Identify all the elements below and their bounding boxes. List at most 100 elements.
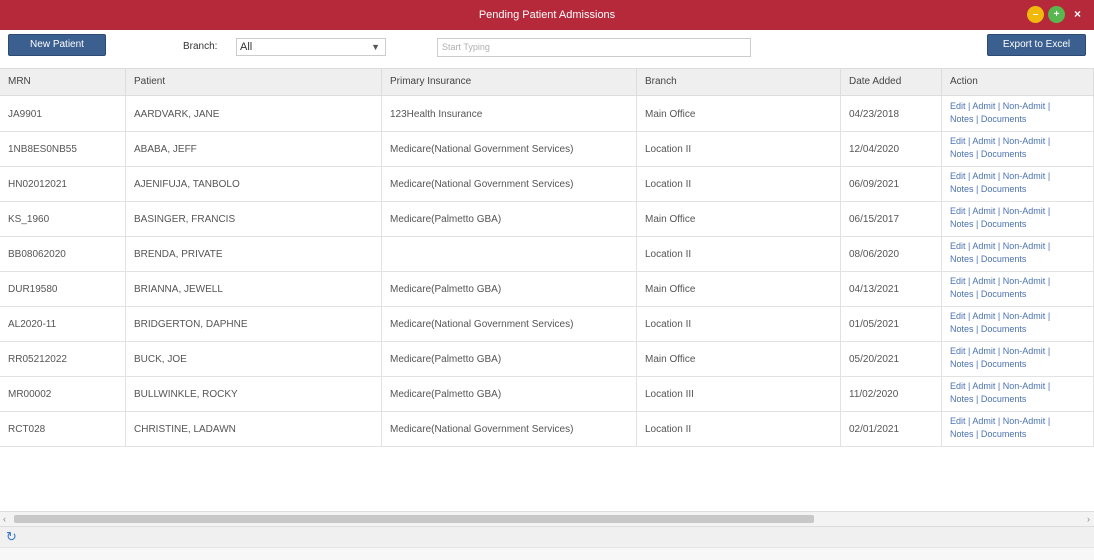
- cell-date-added: 02/01/2021: [841, 412, 942, 447]
- notes-link[interactable]: Notes: [950, 184, 974, 194]
- notes-link[interactable]: Notes: [950, 149, 974, 159]
- non-admit-link[interactable]: Non-Admit: [1003, 241, 1046, 251]
- cell-date-added: 04/13/2021: [841, 272, 942, 307]
- link-separator: |: [968, 416, 971, 426]
- documents-link[interactable]: Documents: [981, 394, 1027, 404]
- non-admit-link[interactable]: Non-Admit: [1003, 276, 1046, 286]
- column-header-mrn[interactable]: MRN: [0, 69, 126, 97]
- admit-link[interactable]: Admit: [972, 206, 995, 216]
- non-admit-link[interactable]: Non-Admit: [1003, 381, 1046, 391]
- edit-link[interactable]: Edit: [950, 311, 966, 321]
- table-row[interactable]: AL2020-11 BRIDGERTON, DAPHNE Medicare(Nati…: [0, 307, 1094, 342]
- non-admit-link[interactable]: Non-Admit: [1003, 346, 1046, 356]
- link-separator: |: [976, 149, 979, 159]
- documents-link[interactable]: Documents: [981, 254, 1027, 264]
- refresh-icon[interactable]: ↻: [6, 530, 20, 544]
- cell-patient: BULLWINKLE, ROCKY: [126, 377, 382, 412]
- maximize-button[interactable]: +: [1048, 6, 1065, 23]
- documents-link[interactable]: Documents: [981, 289, 1027, 299]
- cell-patient: CHRISTINE, LADAWN: [126, 412, 382, 447]
- scroll-left-icon[interactable]: ‹: [3, 512, 6, 526]
- link-separator: |: [968, 206, 971, 216]
- link-separator: |: [976, 289, 979, 299]
- cell-insurance: Medicare(National Government Services): [382, 307, 637, 342]
- column-header-branch[interactable]: Branch: [637, 69, 841, 97]
- table-row[interactable]: RCT028 CHRISTINE, LADAWN Medicare(National…: [0, 412, 1094, 447]
- notes-link[interactable]: Notes: [950, 324, 974, 334]
- admit-link[interactable]: Admit: [972, 346, 995, 356]
- documents-link[interactable]: Documents: [981, 429, 1027, 439]
- table-row[interactable]: JA9901 AARDVARK, JANE 123Health Insurance M…: [0, 97, 1094, 132]
- notes-link[interactable]: Notes: [950, 359, 974, 369]
- notes-link[interactable]: Notes: [950, 114, 974, 124]
- link-separator: |: [1047, 206, 1051, 216]
- non-admit-link[interactable]: Non-Admit: [1003, 416, 1046, 426]
- non-admit-link[interactable]: Non-Admit: [1003, 136, 1046, 146]
- admit-link[interactable]: Admit: [972, 101, 995, 111]
- column-header-patient[interactable]: Patient: [126, 69, 382, 97]
- non-admit-link[interactable]: Non-Admit: [1003, 206, 1046, 216]
- horizontal-scrollbar[interactable]: ‹ ›: [0, 511, 1094, 526]
- scrollbar-thumb[interactable]: [14, 515, 814, 523]
- branch-label: Branch:: [183, 41, 218, 52]
- window-title: Pending Patient Admissions: [478, 9, 616, 21]
- edit-link[interactable]: Edit: [950, 171, 966, 181]
- cell-insurance: Medicare(National Government Services): [382, 412, 637, 447]
- link-separator: |: [976, 184, 979, 194]
- admit-link[interactable]: Admit: [972, 311, 995, 321]
- table-row[interactable]: KS_1960 BASINGER, FRANCIS Medicare(Palmett…: [0, 202, 1094, 237]
- notes-link[interactable]: Notes: [950, 219, 974, 229]
- cell-branch: Location III: [637, 377, 841, 412]
- table-row[interactable]: MR00002 BULLWINKLE, ROCKY Medicare(Palmett…: [0, 377, 1094, 412]
- cell-action: Edit | Admit | Non-Admit | Notes | Docum…: [942, 202, 1094, 237]
- new-patient-button[interactable]: New Patient: [8, 34, 106, 56]
- table-row[interactable]: RR05212022 BUCK, JOE Medicare(Palmetto GBA…: [0, 342, 1094, 377]
- edit-link[interactable]: Edit: [950, 416, 966, 426]
- edit-link[interactable]: Edit: [950, 101, 966, 111]
- edit-link[interactable]: Edit: [950, 206, 966, 216]
- edit-link[interactable]: Edit: [950, 241, 966, 251]
- column-header-date-added[interactable]: Date Added: [841, 69, 942, 97]
- search-input[interactable]: Start Typing: [437, 38, 751, 57]
- notes-link[interactable]: Notes: [950, 254, 974, 264]
- cell-branch: Location II: [637, 412, 841, 447]
- admit-link[interactable]: Admit: [972, 241, 995, 251]
- admit-link[interactable]: Admit: [972, 136, 995, 146]
- notes-link[interactable]: Notes: [950, 289, 974, 299]
- documents-link[interactable]: Documents: [981, 114, 1027, 124]
- cell-action: Edit | Admit | Non-Admit | Notes | Docum…: [942, 237, 1094, 272]
- admit-link[interactable]: Admit: [972, 171, 995, 181]
- edit-link[interactable]: Edit: [950, 276, 966, 286]
- admit-link[interactable]: Admit: [972, 381, 995, 391]
- documents-link[interactable]: Documents: [981, 219, 1027, 229]
- close-button[interactable]: ×: [1069, 6, 1086, 23]
- table-row[interactable]: HN02012021 AJENIFUJA, TANBOLO Medicare(Nat…: [0, 167, 1094, 202]
- cell-date-added: 12/04/2020: [841, 132, 942, 167]
- table-row[interactable]: DUR19580 BRIANNA, JEWELL Medicare(Palmetto…: [0, 272, 1094, 307]
- table-row[interactable]: BB08062020 BRENDA, PRIVATE Location II 08/0…: [0, 237, 1094, 272]
- documents-link[interactable]: Documents: [981, 149, 1027, 159]
- cell-insurance: Medicare(Palmetto GBA): [382, 272, 637, 307]
- export-to-excel-button[interactable]: Export to Excel: [987, 34, 1086, 56]
- admit-link[interactable]: Admit: [972, 416, 995, 426]
- notes-link[interactable]: Notes: [950, 429, 974, 439]
- non-admit-link[interactable]: Non-Admit: [1003, 171, 1046, 181]
- cell-insurance: [382, 237, 637, 272]
- documents-link[interactable]: Documents: [981, 324, 1027, 334]
- scroll-right-icon[interactable]: ›: [1087, 512, 1090, 526]
- edit-link[interactable]: Edit: [950, 346, 966, 356]
- cell-branch: Location II: [637, 237, 841, 272]
- documents-link[interactable]: Documents: [981, 184, 1027, 194]
- edit-link[interactable]: Edit: [950, 381, 966, 391]
- edit-link[interactable]: Edit: [950, 136, 966, 146]
- table-row[interactable]: 1NB8ES0NB55 ABABA, JEFF Medicare(National …: [0, 132, 1094, 167]
- link-separator: |: [968, 101, 971, 111]
- notes-link[interactable]: Notes: [950, 394, 974, 404]
- non-admit-link[interactable]: Non-Admit: [1003, 101, 1046, 111]
- branch-select[interactable]: All ▼: [236, 38, 386, 56]
- admit-link[interactable]: Admit: [972, 276, 995, 286]
- minimize-button[interactable]: –: [1027, 6, 1044, 23]
- non-admit-link[interactable]: Non-Admit: [1003, 311, 1046, 321]
- documents-link[interactable]: Documents: [981, 359, 1027, 369]
- column-header-insurance[interactable]: Primary Insurance: [382, 69, 637, 97]
